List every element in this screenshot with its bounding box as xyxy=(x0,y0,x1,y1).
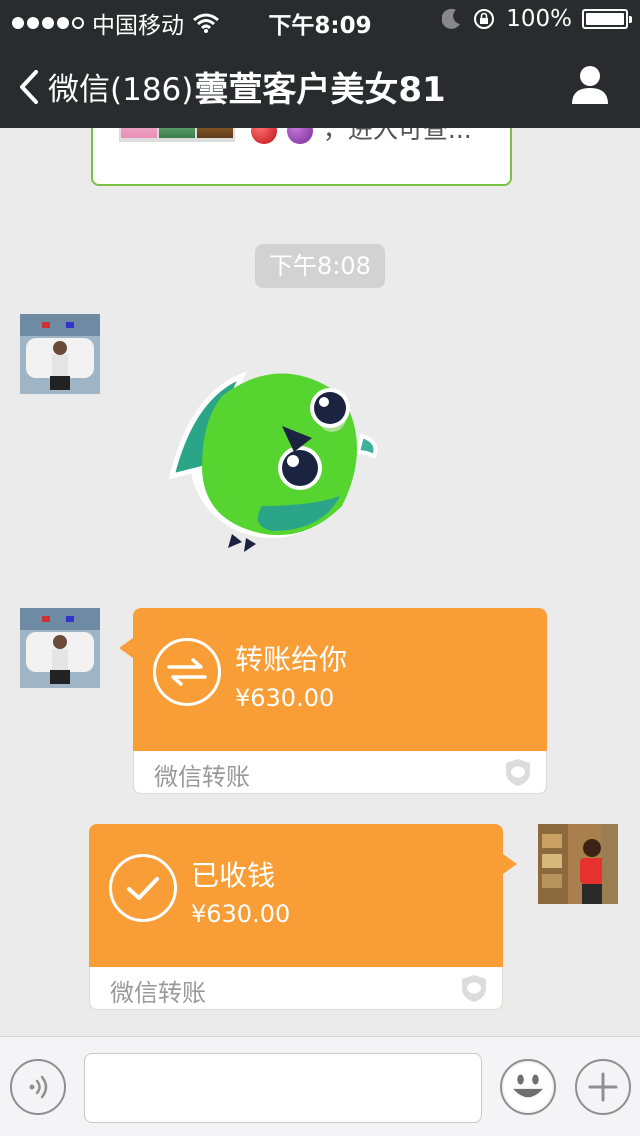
thumbnail-image xyxy=(197,128,233,138)
input-bar xyxy=(0,1036,640,1136)
status-bar: 中国移动 下午8:09 100% xyxy=(0,0,640,40)
link-description-text: ，进入可查... xyxy=(322,128,472,144)
transfer-amount: ¥630.00 xyxy=(235,684,335,712)
avatar-self[interactable] xyxy=(538,824,618,904)
bubble-tail xyxy=(503,854,517,874)
add-button[interactable] xyxy=(575,1059,631,1115)
moon-icon xyxy=(442,8,461,29)
grapes-emoji-icon xyxy=(286,128,313,144)
bird-sticker[interactable] xyxy=(162,356,382,556)
transfer-footer-label: 微信转账 xyxy=(110,979,206,1007)
plus-icon xyxy=(588,1072,618,1102)
profile-button[interactable] xyxy=(570,64,610,108)
transfer-title: 转账给你 xyxy=(235,643,348,676)
thumbnail-image xyxy=(159,128,195,138)
person-icon xyxy=(572,66,608,104)
avatar[interactable] xyxy=(20,314,100,394)
link-description: ，进入可查... xyxy=(251,128,472,146)
emoji-button[interactable] xyxy=(500,1059,556,1115)
transfer-bubble-incoming[interactable]: 转账给你 ¥630.00 微信转账 xyxy=(119,608,547,794)
shared-link-card[interactable]: ，进入可查... xyxy=(91,128,512,186)
chat-title: 蕓萱客户美女81 xyxy=(194,70,446,110)
exchange-arrows-icon xyxy=(153,638,221,706)
apple-emoji-icon xyxy=(251,128,277,144)
transfer-footer: 微信转账 xyxy=(133,751,547,794)
nav-bar: 微信(186) 蕓萱客户美女81 xyxy=(0,40,640,128)
thumbnail-image xyxy=(121,128,157,138)
transfer-amount: ¥630.00 xyxy=(191,900,291,928)
shield-icon xyxy=(506,759,530,786)
bubble-tail xyxy=(119,638,133,658)
chat-area[interactable]: ，进入可查... 下午8:08 转账给你 ¥630.00 微信转账 已收钱 ¥6… xyxy=(0,128,640,1036)
transfer-title: 已收钱 xyxy=(191,859,276,892)
voice-icon xyxy=(29,1075,48,1099)
message-timestamp: 下午8:08 xyxy=(255,244,385,288)
voice-button[interactable] xyxy=(10,1059,66,1115)
checkmark-icon xyxy=(109,854,177,922)
avatar[interactable] xyxy=(20,608,100,688)
rotation-lock-icon xyxy=(474,9,495,29)
status-right: 100% xyxy=(442,6,632,32)
transfer-footer: 微信转账 xyxy=(89,967,503,1010)
top-bar: 中国移动 下午8:09 100% 微信(186) 蕓萱客户美女81 xyxy=(0,0,640,128)
message-input[interactable] xyxy=(84,1053,482,1123)
transfer-footer-label: 微信转账 xyxy=(154,763,250,791)
link-thumbnails xyxy=(119,128,235,142)
transfer-bubble-outgoing[interactable]: 已收钱 ¥630.00 微信转账 xyxy=(89,824,517,1010)
battery-icon xyxy=(582,9,632,29)
smiley-icon xyxy=(503,1062,553,1112)
battery-percent: 100% xyxy=(506,6,572,32)
shield-icon xyxy=(462,975,486,1002)
